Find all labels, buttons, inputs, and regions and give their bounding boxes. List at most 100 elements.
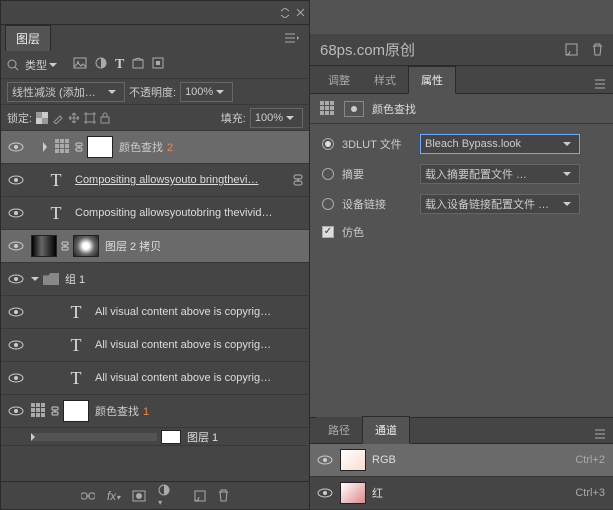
layer-name[interactable]: 组 1 (65, 271, 309, 287)
visibility-toggle[interactable] (1, 274, 31, 284)
page-title: 68ps.com原创 (320, 39, 415, 60)
visibility-toggle[interactable] (1, 142, 31, 152)
mask-thumbnail[interactable] (63, 400, 89, 422)
layer-name[interactable]: Compositing allowsyoutobring thevivid… (75, 207, 309, 219)
visibility-toggle[interactable] (310, 488, 340, 498)
tab-layers[interactable]: 图层 (5, 25, 51, 51)
panel-menu-icon[interactable] (591, 75, 613, 93)
lock-pixels-icon[interactable] (52, 112, 64, 124)
radio-abstract[interactable] (322, 168, 334, 180)
link-mask-icon[interactable] (51, 406, 59, 416)
channel-list: RGB Ctrl+2 红 Ctrl+3 (310, 444, 613, 510)
layer-name[interactable]: 颜色查找2 (119, 139, 309, 155)
layer-name[interactable]: 图层 1 (187, 429, 309, 445)
blend-row: 线性减淡 (添加… 不透明度: 100% (1, 79, 309, 105)
layer-row[interactable]: 颜色查找1 (1, 395, 309, 428)
dither-checkbox[interactable]: ✓ (322, 226, 334, 238)
close-icon[interactable] (296, 8, 305, 17)
visibility-toggle[interactable] (1, 208, 31, 218)
radio-3dlut[interactable] (322, 138, 334, 150)
visibility-toggle[interactable] (1, 241, 31, 251)
channel-row[interactable]: RGB Ctrl+2 (310, 444, 613, 477)
channel-name[interactable]: 红 (372, 485, 575, 501)
tab-style[interactable]: 样式 (362, 67, 408, 93)
blend-mode-select[interactable]: 线性减淡 (添加… (7, 82, 125, 102)
filter-shape-icon[interactable] (132, 57, 144, 73)
panel-menu-icon[interactable] (591, 425, 613, 443)
filter-adjust-icon[interactable] (95, 57, 107, 73)
layer-name[interactable]: All visual content above is copyrig… (95, 306, 309, 318)
link-mask-icon[interactable] (61, 241, 69, 251)
link-mask-icon[interactable] (75, 142, 83, 152)
filter-type-icon[interactable]: T (115, 57, 124, 73)
lock-all-icon[interactable] (100, 112, 110, 124)
fx-icon[interactable]: fx▾ (107, 489, 120, 503)
lock-position-icon[interactable] (68, 112, 80, 124)
channel-name[interactable]: RGB (372, 454, 575, 466)
lock-transparency-icon[interactable] (36, 112, 48, 124)
opacity-label: 不透明度: (129, 84, 176, 100)
filter-kind-select[interactable]: 类型 (23, 55, 65, 75)
new-layer-icon[interactable] (194, 490, 206, 502)
lock-artboard-icon[interactable] (84, 112, 96, 124)
mask-indicator-icon[interactable] (344, 101, 364, 117)
tab-properties[interactable]: 属性 (408, 66, 456, 94)
layer-name[interactable]: All visual content above is copyrig… (95, 372, 309, 384)
visibility-toggle[interactable] (1, 373, 31, 383)
channel-thumbnail[interactable] (340, 482, 366, 504)
visibility-toggle[interactable] (1, 406, 31, 416)
fill-input[interactable]: 100% (250, 108, 303, 128)
layer-row[interactable]: T Compositing allowsyouto bringthevi… (1, 164, 309, 197)
disclosure-icon[interactable] (31, 433, 157, 441)
radio-device[interactable] (322, 198, 334, 210)
filter-pixel-icon[interactable] (73, 57, 87, 73)
layer-thumbnail[interactable] (31, 235, 57, 257)
opacity-input[interactable]: 100% (180, 82, 233, 102)
channel-thumbnail[interactable] (340, 449, 366, 471)
layer-thumbnail[interactable] (161, 430, 181, 444)
layer-name[interactable]: 图层 2 拷贝 (105, 238, 309, 254)
mask-thumbnail[interactable] (87, 136, 113, 158)
layer-row[interactable]: 图层 2 拷贝 (1, 230, 309, 263)
search-icon[interactable] (7, 59, 19, 71)
visibility-toggle[interactable] (1, 340, 31, 350)
mask-thumbnail[interactable] (73, 235, 99, 257)
layer-group-row[interactable]: 组 1 (1, 263, 309, 296)
device-select[interactable]: 载入设备链接配置文件 … (420, 194, 580, 214)
visibility-toggle[interactable] (1, 307, 31, 317)
new-adjustment-icon[interactable]: ▾ (158, 484, 170, 508)
layer-row[interactable]: T All visual content above is copyrig… (1, 362, 309, 395)
layer-row[interactable]: 颜色查找2 (1, 131, 309, 164)
layer-row[interactable]: T All visual content above is copyrig… (1, 296, 309, 329)
channel-shortcut: Ctrl+3 (575, 487, 605, 499)
trash-icon[interactable] (592, 43, 603, 56)
tab-adjust[interactable]: 调整 (316, 67, 362, 93)
panel-menu-icon[interactable] (279, 31, 305, 45)
visibility-toggle[interactable] (310, 455, 340, 465)
type-icon: T (43, 169, 69, 191)
trash-icon[interactable] (218, 489, 229, 502)
channel-row[interactable]: 红 Ctrl+3 (310, 477, 613, 510)
lut-label: 3DLUT 文件 (342, 136, 412, 152)
lut-select[interactable]: Bleach Bypass.look (420, 134, 580, 154)
visibility-toggle[interactable] (1, 175, 31, 185)
filter-smart-icon[interactable] (152, 57, 164, 73)
layer-row[interactable]: T All visual content above is copyrig… (1, 329, 309, 362)
adjustment-icon (320, 101, 336, 117)
disclosure-icon[interactable] (31, 277, 39, 281)
layer-row[interactable]: T Compositing allowsyoutobring thevivid… (1, 197, 309, 230)
tab-channels[interactable]: 通道 (362, 416, 410, 444)
layer-name[interactable]: Compositing allowsyouto bringthevi… (75, 174, 293, 186)
tab-paths[interactable]: 路径 (316, 417, 362, 443)
link-layers-icon[interactable] (81, 491, 95, 501)
layer-row[interactable]: 图层 1 (1, 428, 309, 446)
layer-name[interactable]: All visual content above is copyrig… (95, 339, 309, 351)
collapse-icon[interactable] (280, 8, 290, 18)
new-icon[interactable] (565, 43, 578, 56)
abstract-select[interactable]: 载入摘要配置文件 … (420, 164, 580, 184)
mask-icon[interactable] (132, 490, 146, 502)
channels-tabs: 路径 通道 (310, 418, 613, 444)
adjustment-icon (31, 403, 47, 419)
layer-name[interactable]: 颜色查找1 (95, 403, 309, 419)
fill-label: 填充: (221, 110, 246, 126)
